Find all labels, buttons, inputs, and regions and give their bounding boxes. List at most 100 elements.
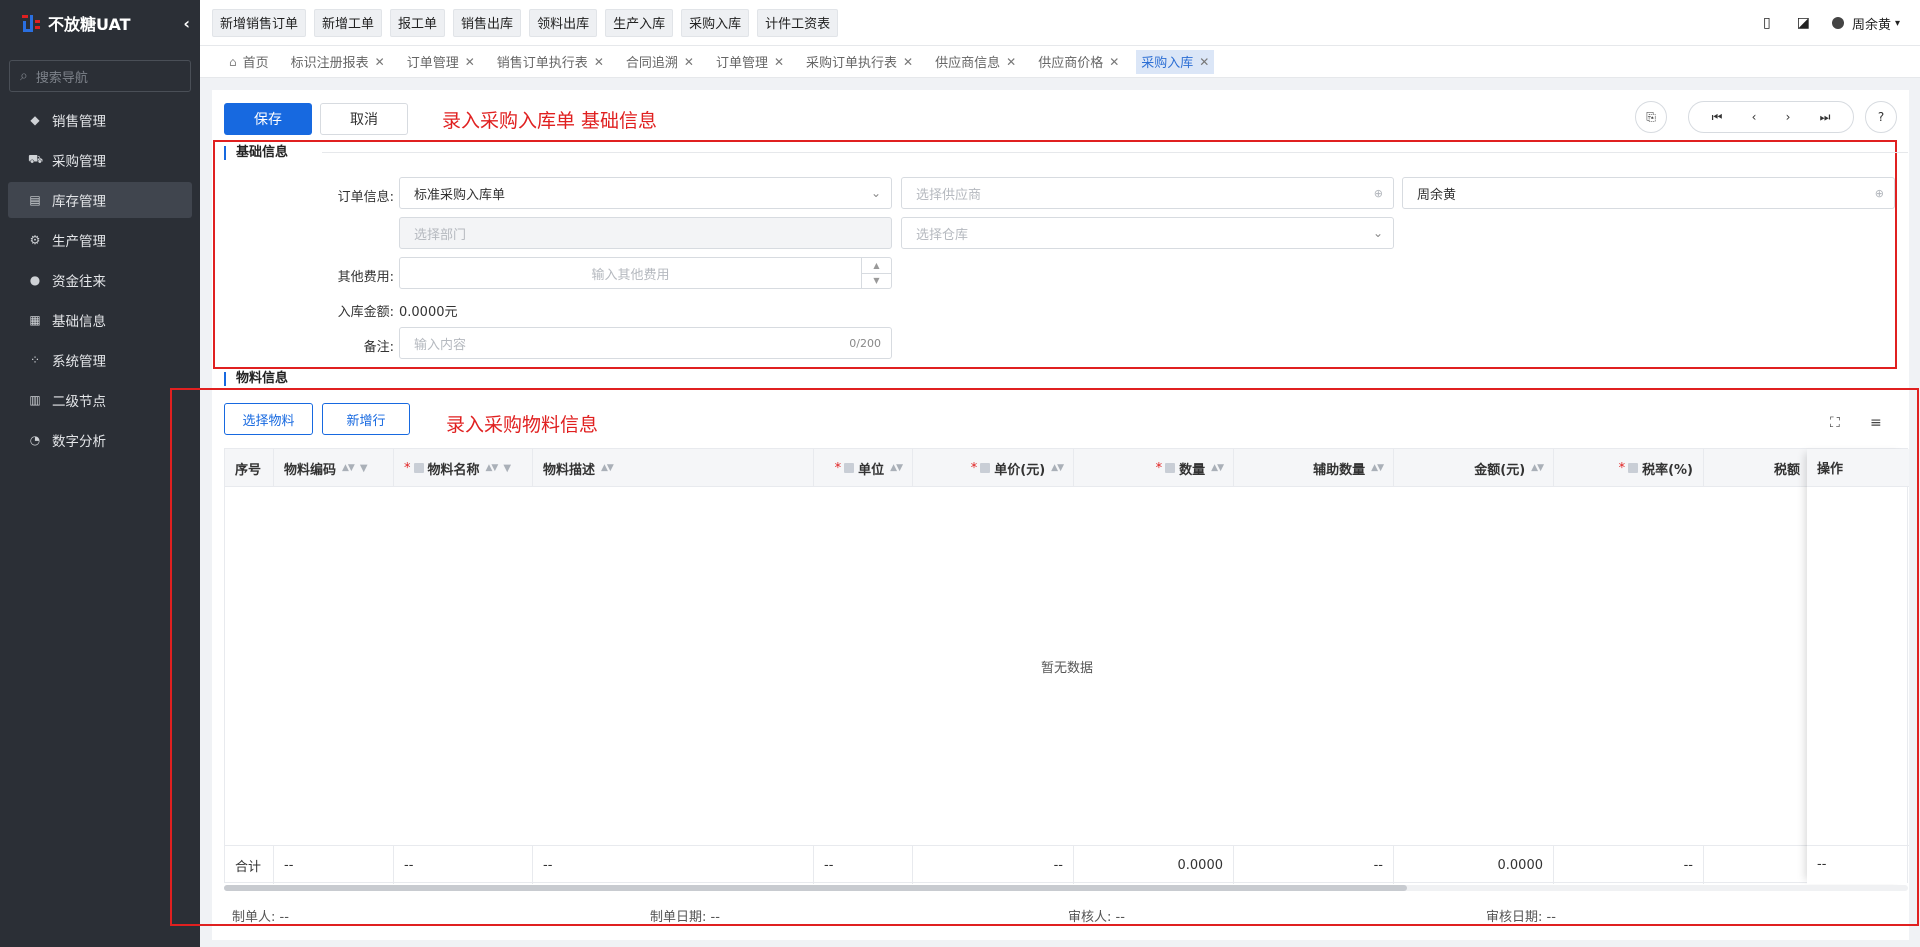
- close-icon[interactable]: ✕: [1006, 55, 1016, 69]
- sort-icon[interactable]: ▲▼: [1051, 463, 1064, 473]
- cancel-button[interactable]: 取消: [320, 103, 408, 135]
- select-material-button[interactable]: 选择物料: [224, 403, 313, 435]
- sort-icon[interactable]: ▲▼: [1371, 463, 1384, 473]
- col-unit[interactable]: * 单位 ▲▼: [814, 449, 913, 487]
- tab-home[interactable]: ⌂ 首页: [224, 50, 274, 74]
- required-mark: *: [1618, 460, 1626, 476]
- other-fee-input[interactable]: 输入其他费用 ▲ ▼: [399, 257, 892, 289]
- quick-action-production-inbound[interactable]: 生产入库: [605, 8, 674, 37]
- collapse-sidebar-icon[interactable]: ‹: [183, 14, 190, 33]
- sort-icon[interactable]: ▲▼: [342, 463, 355, 473]
- next-record-icon[interactable]: ›: [1786, 110, 1791, 124]
- sidebar-item-secondary-node[interactable]: ▥ 二级节点: [8, 382, 192, 418]
- close-icon[interactable]: ✕: [465, 55, 475, 69]
- dashboard-icon[interactable]: ◪: [1797, 15, 1810, 31]
- tab-id-register-report[interactable]: 标识注册报表 ✕: [286, 50, 390, 74]
- col-tax-rate[interactable]: * 税率(%): [1554, 449, 1704, 487]
- order-type-select[interactable]: 标准采购入库单 ⌄: [399, 177, 892, 209]
- order-type-value: 标准采购入库单: [414, 187, 506, 203]
- close-icon[interactable]: ✕: [375, 55, 385, 69]
- last-record-icon[interactable]: ⏭: [1820, 110, 1831, 125]
- col-material-name[interactable]: * 物料名称 ▲▼ ▼: [394, 449, 533, 487]
- quick-action-material-outbound[interactable]: 领料出库: [529, 8, 598, 37]
- sidebar-item-inventory[interactable]: ▤ 库存管理: [8, 182, 192, 218]
- sidebar-item-finance[interactable]: ● 资金往来: [8, 262, 192, 298]
- close-icon[interactable]: ✕: [1109, 55, 1119, 69]
- user-menu[interactable]: 周余黄 ▾: [1831, 14, 1900, 33]
- sidebar-item-purchase[interactable]: ⛟ 采购管理: [8, 142, 192, 178]
- summary-code: --: [274, 846, 394, 884]
- increment-icon[interactable]: ▲: [862, 258, 891, 274]
- help-icon[interactable]: ?: [1865, 101, 1897, 133]
- horizontal-scrollbar[interactable]: [224, 885, 1908, 891]
- tab-order-management[interactable]: 订单管理 ✕: [402, 50, 480, 74]
- tab-purchase-inbound[interactable]: 采购入库 ✕: [1136, 49, 1215, 74]
- close-icon[interactable]: ✕: [594, 55, 604, 69]
- tab-label: 合同追溯: [625, 56, 678, 71]
- mobile-icon[interactable]: ▯: [1763, 15, 1771, 31]
- tab-contract-trace[interactable]: 合同追溯 ✕: [621, 50, 699, 74]
- tab-supplier-info[interactable]: 供应商信息 ✕: [930, 50, 1021, 74]
- close-icon[interactable]: ✕: [1199, 55, 1209, 69]
- col-label: 金额(元): [1474, 462, 1526, 478]
- nav-search-input[interactable]: ⌕ 搜索导航: [9, 60, 191, 92]
- col-material-desc[interactable]: 物料描述 ▲▼: [533, 449, 814, 487]
- sidebar-item-analytics[interactable]: ◔ 数字分析: [8, 422, 192, 458]
- sidebar-item-system[interactable]: ⁘ 系统管理: [8, 342, 192, 378]
- col-material-code[interactable]: 物料编码 ▲▼ ▼: [274, 449, 394, 487]
- col-quantity[interactable]: * 数量 ▲▼: [1074, 449, 1234, 487]
- remark-input[interactable]: 输入内容 0/200: [399, 327, 892, 359]
- sort-icon[interactable]: ▲▼: [486, 463, 499, 473]
- scrollbar-thumb[interactable]: [224, 885, 1407, 891]
- department-select[interactable]: 选择部门: [399, 217, 892, 249]
- close-icon[interactable]: ✕: [903, 55, 913, 69]
- edit-icon: [1628, 463, 1639, 473]
- remark-placeholder: 输入内容: [414, 337, 467, 353]
- supplier-select[interactable]: 选择供应商 ⊕: [901, 177, 1394, 209]
- fullscreen-icon[interactable]: ⛶: [1830, 415, 1840, 431]
- quick-action-new-sales-order[interactable]: 新增销售订单: [212, 8, 307, 37]
- col-index: 序号: [225, 449, 274, 487]
- attachment-icon[interactable]: ⎘: [1635, 101, 1667, 133]
- sort-icon[interactable]: ▲▼: [1211, 463, 1224, 473]
- record-navigation: ⏮ ‹ › ⏭: [1688, 101, 1854, 133]
- sort-icon[interactable]: ▲▼: [1531, 463, 1544, 473]
- col-aux-quantity[interactable]: 辅助数量 ▲▼: [1234, 449, 1394, 487]
- sort-icon[interactable]: ▲▼: [890, 463, 903, 473]
- table-header: 序号 物料编码 ▲▼ ▼ * 物料名称 ▲▼ ▼ 物料描述 ▲▼ * 单位 ▲▼ * 单价(元) ▲…: [225, 449, 1909, 487]
- col-amount[interactable]: 金额(元) ▲▼: [1394, 449, 1554, 487]
- sidebar-item-sales[interactable]: ◆ 销售管理: [8, 102, 192, 138]
- sidebar-item-label: 资金往来: [52, 274, 106, 290]
- quick-action-new-work-order[interactable]: 新增工单: [314, 8, 383, 37]
- brand[interactable]: 不放糖UAT ‹: [0, 0, 200, 46]
- col-tax-amount[interactable]: 税额: [1704, 449, 1824, 487]
- quick-action-sales-outbound[interactable]: 销售出库: [453, 8, 522, 37]
- save-button[interactable]: 保存: [224, 103, 312, 135]
- warehouse-select[interactable]: 选择仓库 ⌄: [901, 217, 1394, 249]
- tab-order-management-2[interactable]: 订单管理 ✕: [711, 50, 789, 74]
- tab-sales-order-execution[interactable]: 销售订单执行表 ✕: [492, 50, 609, 74]
- money-icon: ●: [29, 273, 41, 287]
- handler-select[interactable]: 周余黄 ⊕: [1402, 177, 1895, 209]
- quick-action-purchase-inbound[interactable]: 采购入库: [681, 8, 750, 37]
- col-unit-price[interactable]: * 单价(元) ▲▼: [913, 449, 1074, 487]
- sort-icon[interactable]: ▲▼: [601, 463, 614, 473]
- prev-record-icon[interactable]: ‹: [1752, 110, 1757, 124]
- quick-action-piece-wage[interactable]: 计件工资表: [757, 8, 839, 37]
- main-panel: 保存 取消 录入采购入库单 基础信息 ⎘ ⏮ ‹ › ⏭ ? 基础信息 订单信息…: [170, 90, 1919, 940]
- close-icon[interactable]: ✕: [774, 55, 784, 69]
- filter-icon[interactable]: ▼: [360, 463, 368, 474]
- tab-purchase-order-execution[interactable]: 采购订单执行表 ✕: [801, 50, 918, 74]
- decrement-icon[interactable]: ▼: [862, 274, 891, 289]
- first-record-icon[interactable]: ⏮: [1712, 110, 1723, 125]
- sidebar-item-basic-info[interactable]: ▦ 基础信息: [8, 302, 192, 338]
- sidebar-item-production[interactable]: ⚙ 生产管理: [8, 222, 192, 258]
- filter-icon[interactable]: ▼: [503, 463, 511, 474]
- column-settings-icon[interactable]: ≡: [1870, 415, 1882, 431]
- tab-supplier-price[interactable]: 供应商价格 ✕: [1033, 50, 1124, 74]
- supplier-placeholder: 选择供应商: [916, 187, 982, 203]
- close-icon[interactable]: ✕: [684, 55, 694, 69]
- add-row-button[interactable]: 新增行: [322, 403, 410, 435]
- doc-icon: ▥: [29, 393, 41, 407]
- quick-action-work-report[interactable]: 报工单: [390, 8, 446, 37]
